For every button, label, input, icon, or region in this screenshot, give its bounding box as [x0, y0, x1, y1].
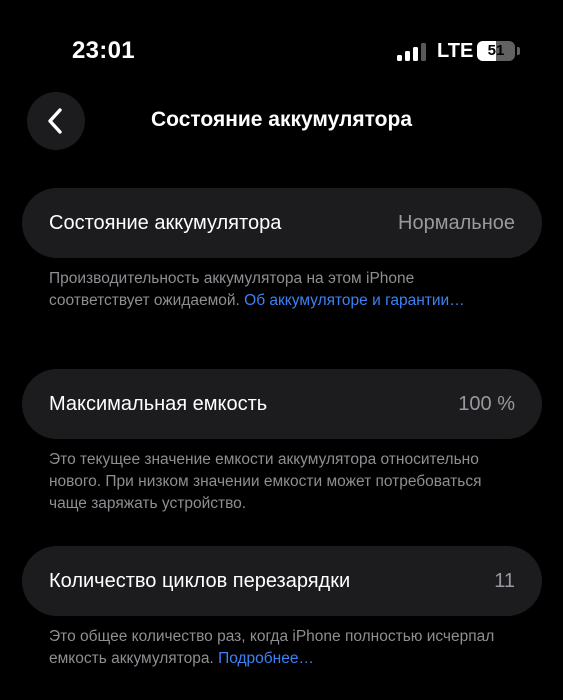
network-type: LTE [437, 40, 474, 62]
cycle-count-value: 11 [494, 569, 515, 592]
page-title: Состояние аккумулятора [150, 108, 412, 131]
signal-bar [397, 55, 402, 61]
battery-health-label: Состояние аккумулятора [49, 211, 282, 234]
signal-bar [413, 47, 418, 61]
battery-warranty-link[interactable]: Об аккумуляторе и гарантии… [244, 292, 465, 309]
signal-bar [405, 51, 410, 61]
cycle-count-row: Количество циклов перезарядки 11 [22, 546, 542, 616]
maximum-capacity-label: Максимальная емкость [49, 392, 268, 415]
battery-health-value: Нормальное [398, 211, 515, 234]
status-time: 23:01 [72, 37, 135, 64]
cycle-count-footnote: Это общее количество раз, когда iPhone п… [49, 626, 519, 670]
battery-health-footnote: Производительность аккумулятора на этом … [49, 268, 519, 312]
status-bar: 23:01 LTE 51 [0, 0, 563, 100]
maximum-capacity-row: Максимальная емкость 100 % [22, 369, 542, 439]
maximum-capacity-footnote: Это текущее значение емкости аккумулятор… [49, 451, 482, 512]
battery-level: 51 [487, 42, 505, 59]
signal-strength-icon [397, 41, 427, 61]
cycle-count-label: Количество циклов перезарядки [49, 569, 351, 592]
battery-health-row: Состояние аккумулятора Нормальное [22, 188, 542, 258]
maximum-capacity-value: 100 % [458, 392, 515, 415]
battery-cap [517, 47, 520, 55]
signal-bar [421, 43, 426, 61]
battery-icon: 51 [477, 41, 515, 61]
learn-more-link[interactable]: Подробнее… [218, 650, 314, 667]
